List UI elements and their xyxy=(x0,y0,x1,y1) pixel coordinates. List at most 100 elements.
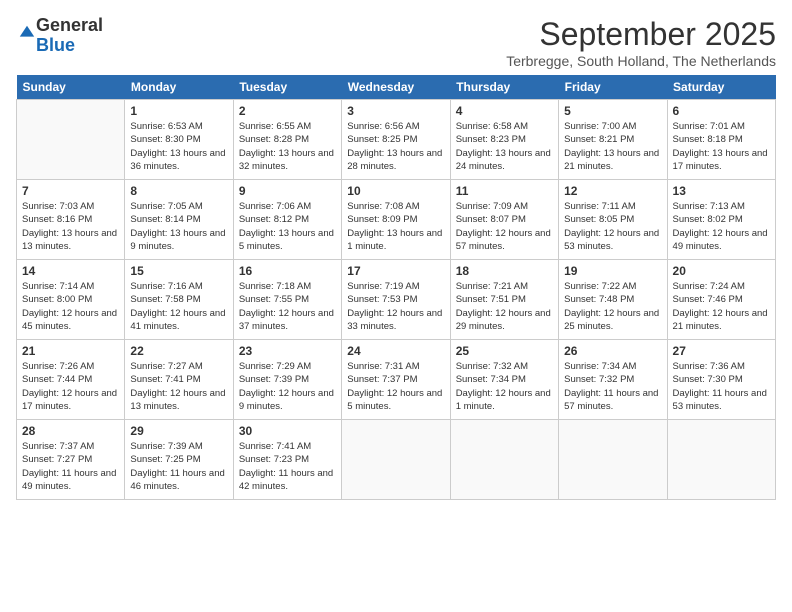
weekday-monday: Monday xyxy=(125,75,233,100)
weekday-thursday: Thursday xyxy=(450,75,558,100)
day-number: 1 xyxy=(130,104,227,118)
day-info: Sunrise: 7:24 AMSunset: 7:46 PMDaylight:… xyxy=(673,280,770,333)
calendar-cell xyxy=(559,420,667,500)
day-number: 14 xyxy=(22,264,119,278)
calendar-cell xyxy=(450,420,558,500)
calendar-cell: 27 Sunrise: 7:36 AMSunset: 7:30 PMDayligh… xyxy=(667,340,775,420)
weekday-sunday: Sunday xyxy=(17,75,125,100)
day-number: 27 xyxy=(673,344,770,358)
day-info: Sunrise: 7:14 AMSunset: 8:00 PMDaylight:… xyxy=(22,280,119,333)
day-info: Sunrise: 7:13 AMSunset: 8:02 PMDaylight:… xyxy=(673,200,770,253)
day-number: 6 xyxy=(673,104,770,118)
day-number: 25 xyxy=(456,344,553,358)
weekday-wednesday: Wednesday xyxy=(342,75,450,100)
day-number: 22 xyxy=(130,344,227,358)
day-info: Sunrise: 7:18 AMSunset: 7:55 PMDaylight:… xyxy=(239,280,336,333)
day-info: Sunrise: 7:22 AMSunset: 7:48 PMDaylight:… xyxy=(564,280,661,333)
day-info: Sunrise: 7:36 AMSunset: 7:30 PMDaylight:… xyxy=(673,360,770,413)
calendar-header: SundayMondayTuesdayWednesdayThursdayFrid… xyxy=(17,75,776,100)
day-number: 18 xyxy=(456,264,553,278)
day-number: 10 xyxy=(347,184,444,198)
calendar-cell: 26 Sunrise: 7:34 AMSunset: 7:32 PMDayligh… xyxy=(559,340,667,420)
calendar-cell: 17 Sunrise: 7:19 AMSunset: 7:53 PMDayligh… xyxy=(342,260,450,340)
day-info: Sunrise: 7:29 AMSunset: 7:39 PMDaylight:… xyxy=(239,360,336,413)
calendar-cell: 16 Sunrise: 7:18 AMSunset: 7:55 PMDayligh… xyxy=(233,260,341,340)
calendar-body: 1 Sunrise: 6:53 AMSunset: 8:30 PMDaylight… xyxy=(17,100,776,500)
logo: General Blue xyxy=(16,16,103,56)
calendar-cell: 22Sunrise: 7:27 AMSunset: 7:41 PMDayligh… xyxy=(125,340,233,420)
calendar-cell: 4Sunrise: 6:58 AMSunset: 8:23 PMDaylight… xyxy=(450,100,558,180)
calendar-cell: 8 Sunrise: 7:05 AMSunset: 8:14 PMDaylight… xyxy=(125,180,233,260)
day-number: 17 xyxy=(347,264,444,278)
day-number: 19 xyxy=(564,264,661,278)
day-info: Sunrise: 6:56 AMSunset: 8:25 PMDaylight:… xyxy=(347,120,444,173)
month-title: September 2025 xyxy=(506,16,776,53)
calendar-cell: 15Sunrise: 7:16 AMSunset: 7:58 PMDayligh… xyxy=(125,260,233,340)
week-row-3: 14 Sunrise: 7:14 AMSunset: 8:00 PMDayligh… xyxy=(17,260,776,340)
day-number: 21 xyxy=(22,344,119,358)
day-info: Sunrise: 7:03 AMSunset: 8:16 PMDaylight:… xyxy=(22,200,119,253)
day-number: 30 xyxy=(239,424,336,438)
calendar-cell: 1 Sunrise: 6:53 AMSunset: 8:30 PMDaylight… xyxy=(125,100,233,180)
day-info: Sunrise: 7:05 AMSunset: 8:14 PMDaylight:… xyxy=(130,200,227,253)
calendar-cell: 9Sunrise: 7:06 AMSunset: 8:12 PMDaylight… xyxy=(233,180,341,260)
day-number: 16 xyxy=(239,264,336,278)
day-info: Sunrise: 7:41 AMSunset: 7:23 PMDaylight:… xyxy=(239,440,336,493)
day-info: Sunrise: 7:26 AMSunset: 7:44 PMDaylight:… xyxy=(22,360,119,413)
calendar-cell: 28 Sunrise: 7:37 AMSunset: 7:27 PMDayligh… xyxy=(17,420,125,500)
day-number: 24 xyxy=(347,344,444,358)
weekday-friday: Friday xyxy=(559,75,667,100)
week-row-5: 28 Sunrise: 7:37 AMSunset: 7:27 PMDayligh… xyxy=(17,420,776,500)
day-info: Sunrise: 6:58 AMSunset: 8:23 PMDaylight:… xyxy=(456,120,553,173)
calendar-cell xyxy=(342,420,450,500)
logo-icon xyxy=(18,24,36,42)
calendar-cell: 29 Sunrise: 7:39 AMSunset: 7:25 PMDayligh… xyxy=(125,420,233,500)
day-number: 9 xyxy=(239,184,336,198)
day-info: Sunrise: 7:37 AMSunset: 7:27 PMDaylight:… xyxy=(22,440,119,493)
weekday-tuesday: Tuesday xyxy=(233,75,341,100)
calendar-cell: 13 Sunrise: 7:13 AMSunset: 8:02 PMDayligh… xyxy=(667,180,775,260)
day-number: 26 xyxy=(564,344,661,358)
calendar-cell: 10 Sunrise: 7:08 AMSunset: 8:09 PMDayligh… xyxy=(342,180,450,260)
page-header: General Blue September 2025 Terbregge, S… xyxy=(16,16,776,69)
day-number: 8 xyxy=(130,184,227,198)
day-info: Sunrise: 7:08 AMSunset: 8:09 PMDaylight:… xyxy=(347,200,444,253)
calendar-table: SundayMondayTuesdayWednesdayThursdayFrid… xyxy=(16,75,776,500)
calendar-cell: 20 Sunrise: 7:24 AMSunset: 7:46 PMDayligh… xyxy=(667,260,775,340)
day-info: Sunrise: 7:21 AMSunset: 7:51 PMDaylight:… xyxy=(456,280,553,333)
day-number: 3 xyxy=(347,104,444,118)
weekday-saturday: Saturday xyxy=(667,75,775,100)
calendar-cell: 23 Sunrise: 7:29 AMSunset: 7:39 PMDayligh… xyxy=(233,340,341,420)
week-row-1: 1 Sunrise: 6:53 AMSunset: 8:30 PMDaylight… xyxy=(17,100,776,180)
day-number: 15 xyxy=(130,264,227,278)
day-info: Sunrise: 7:09 AMSunset: 8:07 PMDaylight:… xyxy=(456,200,553,253)
day-number: 13 xyxy=(673,184,770,198)
day-info: Sunrise: 7:11 AMSunset: 8:05 PMDaylight:… xyxy=(564,200,661,253)
day-number: 20 xyxy=(673,264,770,278)
day-info: Sunrise: 6:55 AMSunset: 8:28 PMDaylight:… xyxy=(239,120,336,173)
calendar-cell xyxy=(17,100,125,180)
day-info: Sunrise: 7:31 AMSunset: 7:37 PMDaylight:… xyxy=(347,360,444,413)
calendar-cell: 30 Sunrise: 7:41 AMSunset: 7:23 PMDayligh… xyxy=(233,420,341,500)
calendar-cell: 3 Sunrise: 6:56 AMSunset: 8:25 PMDaylight… xyxy=(342,100,450,180)
day-number: 2 xyxy=(239,104,336,118)
day-info: Sunrise: 7:00 AMSunset: 8:21 PMDaylight:… xyxy=(564,120,661,173)
day-info: Sunrise: 6:53 AMSunset: 8:30 PMDaylight:… xyxy=(130,120,227,173)
calendar-cell: 5 Sunrise: 7:00 AMSunset: 8:21 PMDaylight… xyxy=(559,100,667,180)
calendar-cell: 18 Sunrise: 7:21 AMSunset: 7:51 PMDayligh… xyxy=(450,260,558,340)
day-number: 5 xyxy=(564,104,661,118)
calendar-cell: 12Sunrise: 7:11 AMSunset: 8:05 PMDayligh… xyxy=(559,180,667,260)
logo-blue-text: Blue xyxy=(36,35,75,55)
calendar-cell: 21 Sunrise: 7:26 AMSunset: 7:44 PMDayligh… xyxy=(17,340,125,420)
logo-general-text: General xyxy=(36,15,103,35)
day-info: Sunrise: 7:19 AMSunset: 7:53 PMDaylight:… xyxy=(347,280,444,333)
day-info: Sunrise: 7:39 AMSunset: 7:25 PMDaylight:… xyxy=(130,440,227,493)
day-info: Sunrise: 7:34 AMSunset: 7:32 PMDaylight:… xyxy=(564,360,661,413)
day-number: 11 xyxy=(456,184,553,198)
day-number: 29 xyxy=(130,424,227,438)
day-number: 7 xyxy=(22,184,119,198)
day-number: 28 xyxy=(22,424,119,438)
calendar-cell: 14 Sunrise: 7:14 AMSunset: 8:00 PMDayligh… xyxy=(17,260,125,340)
day-info: Sunrise: 7:32 AMSunset: 7:34 PMDaylight:… xyxy=(456,360,553,413)
day-number: 23 xyxy=(239,344,336,358)
